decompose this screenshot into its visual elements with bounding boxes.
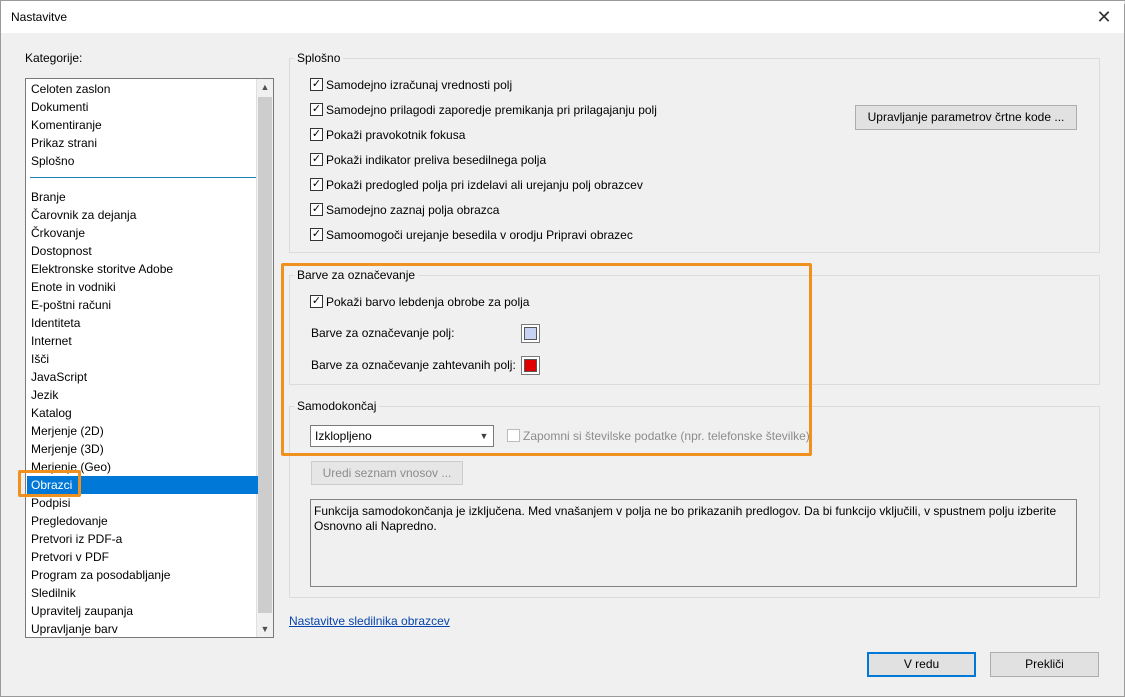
general-option-label: Pokaži indikator preliva besedilnega pol… bbox=[326, 153, 547, 167]
close-icon[interactable]: ✕ bbox=[1092, 5, 1116, 29]
highlight-colors-annotation bbox=[281, 263, 812, 456]
categories-scrollbar[interactable]: ▲ ▼ bbox=[256, 79, 273, 637]
category-item[interactable]: Identiteta bbox=[27, 314, 258, 332]
category-item[interactable]: Splošno bbox=[27, 152, 258, 170]
window-title: Nastavitve bbox=[11, 10, 68, 24]
cancel-button[interactable]: Prekliči bbox=[990, 652, 1099, 677]
checkbox-check-icon[interactable]: ✓ bbox=[310, 78, 323, 91]
general-option-label: Samoomogoči urejanje besedila v orodju P… bbox=[326, 228, 633, 242]
general-group-title: Splošno bbox=[294, 51, 344, 65]
category-item[interactable]: Jezik bbox=[27, 386, 258, 404]
general-option-label: Samodejno izračunaj vrednosti polj bbox=[326, 78, 513, 92]
category-item[interactable]: Čarovnik za dejanja bbox=[27, 206, 258, 224]
category-item[interactable]: Sledilnik bbox=[27, 584, 258, 602]
categories-separator bbox=[30, 177, 256, 178]
category-item[interactable]: Branje bbox=[27, 188, 258, 206]
checkbox-check-icon[interactable]: ✓ bbox=[310, 103, 323, 116]
general-option-label: Pokaži pravokotnik fokusa bbox=[326, 128, 466, 142]
category-item[interactable]: Katalog bbox=[27, 404, 258, 422]
checkbox-check-icon[interactable]: ✓ bbox=[310, 178, 323, 191]
scroll-down-icon[interactable]: ▼ bbox=[257, 621, 273, 637]
category-item[interactable]: Pregledovanje bbox=[27, 512, 258, 530]
category-item[interactable]: Program za posodabljanje bbox=[27, 566, 258, 584]
category-item[interactable]: E-poštni računi bbox=[27, 296, 258, 314]
barcode-parameters-button[interactable]: Upravljanje parametrov črtne kode ... bbox=[855, 105, 1077, 130]
category-item[interactable]: Prikaz strani bbox=[27, 134, 258, 152]
category-item[interactable]: Internet bbox=[27, 332, 258, 350]
category-item[interactable]: Pretvori v PDF bbox=[27, 548, 258, 566]
general-option-label: Samodejno zaznaj polja obrazca bbox=[326, 203, 500, 217]
scrollbar-thumb[interactable] bbox=[258, 97, 272, 613]
general-option-label: Samodejno prilagodi zaporedje premikanja… bbox=[326, 103, 657, 117]
category-item[interactable]: JavaScript bbox=[27, 368, 258, 386]
checkbox-check-icon[interactable]: ✓ bbox=[310, 128, 323, 141]
category-item[interactable]: Dostopnost bbox=[27, 242, 258, 260]
selected-category-annotation bbox=[18, 470, 81, 497]
category-item[interactable]: Enote in vodniki bbox=[27, 278, 258, 296]
categories-label: Kategorije: bbox=[25, 51, 83, 65]
form-tracker-settings-link[interactable]: Nastavitve sledilnika obrazcev bbox=[289, 614, 450, 628]
category-item[interactable]: Merjenje (2D) bbox=[27, 422, 258, 440]
category-item[interactable]: Merjenje (3D) bbox=[27, 440, 258, 458]
category-item[interactable]: Komentiranje bbox=[27, 116, 258, 134]
title-bar: Nastavitve ✕ bbox=[1, 1, 1124, 33]
general-option-label: Pokaži predogled polja pri izdelavi ali … bbox=[326, 178, 643, 192]
preferences-dialog: Nastavitve ✕ Kategorije: ▲ ▼ Celoten zas… bbox=[0, 0, 1125, 697]
checkbox-check-icon[interactable]: ✓ bbox=[310, 228, 323, 241]
ok-button[interactable]: V redu bbox=[867, 652, 976, 677]
category-item[interactable]: Pretvori iz PDF-a bbox=[27, 530, 258, 548]
category-item[interactable]: Upravitelj zaupanja bbox=[27, 602, 258, 620]
autocomplete-description: Funkcija samodokončanja je izključena. M… bbox=[310, 499, 1077, 587]
category-item[interactable]: Upravljanje barv bbox=[27, 620, 258, 637]
category-item[interactable]: Elektronske storitve Adobe bbox=[27, 260, 258, 278]
scroll-up-icon[interactable]: ▲ bbox=[257, 79, 273, 95]
category-item[interactable]: Črkovanje bbox=[27, 224, 258, 242]
category-item[interactable]: Išči bbox=[27, 350, 258, 368]
category-item[interactable]: Celoten zaslon bbox=[27, 80, 258, 98]
edit-entries-button[interactable]: Uredi seznam vnosov ... bbox=[311, 461, 463, 485]
category-item[interactable]: Dokumenti bbox=[27, 98, 258, 116]
checkbox-check-icon[interactable]: ✓ bbox=[310, 153, 323, 166]
checkbox-check-icon[interactable]: ✓ bbox=[310, 203, 323, 216]
categories-list[interactable]: ▲ ▼ Celoten zaslon Dokumenti Komentiranje P… bbox=[25, 78, 274, 638]
